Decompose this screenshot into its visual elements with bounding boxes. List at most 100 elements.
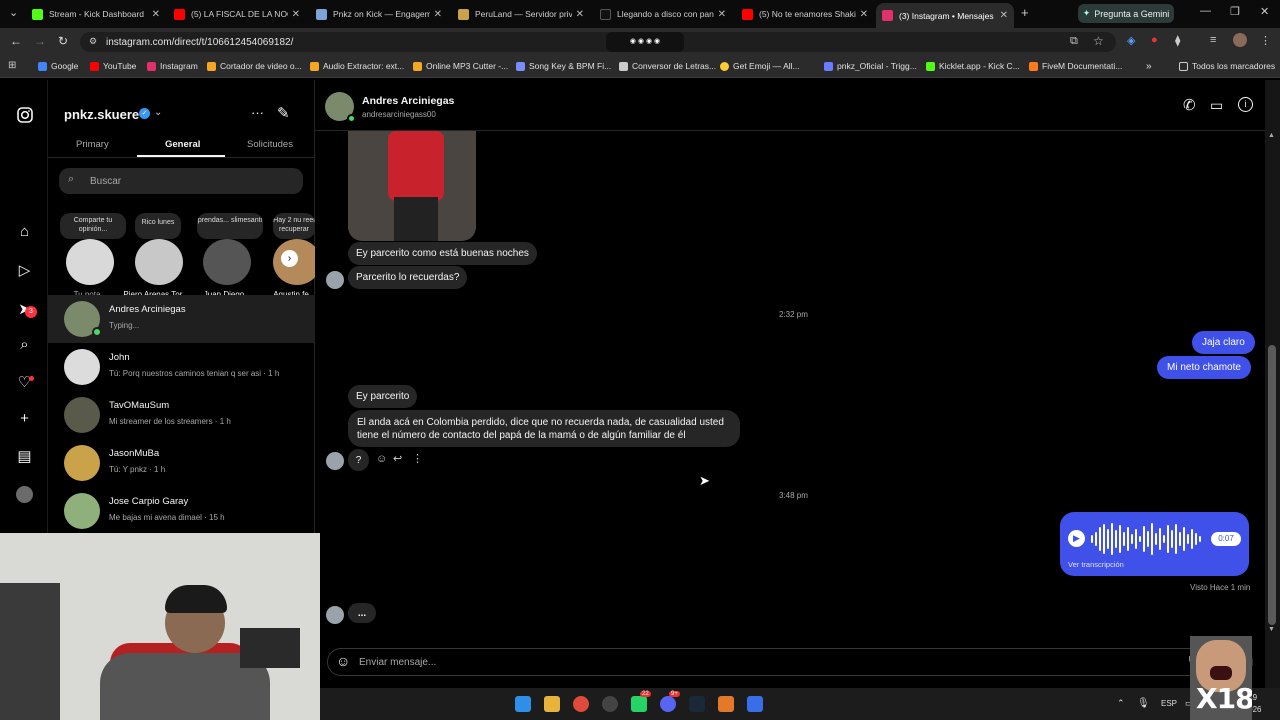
youtube-icon [90, 61, 99, 71]
tab-youtube-fiscal[interactable]: (5) LA FISCAL DE LA NOCHE ✕ [168, 3, 306, 25]
more-actions-icon[interactable]: ⋮ [412, 452, 423, 465]
conversation-item[interactable]: JasonMuBa Tú: Y pnkz · 1 h [48, 439, 315, 487]
tray-overflow-icon[interactable]: ⌃ [1117, 698, 1125, 709]
menu-icon[interactable]: ⋮ [1260, 34, 1271, 47]
bookmark-instagram[interactable]: Instagram [147, 61, 198, 71]
steam-icon[interactable] [689, 696, 705, 712]
chrome-icon[interactable] [573, 696, 589, 712]
close-icon[interactable]: ✕ [1000, 10, 1008, 21]
account-username[interactable]: pnkz.skuere [64, 107, 139, 122]
create-plus-icon[interactable]: + [16, 410, 33, 427]
tab-primary[interactable]: Primary [76, 139, 109, 150]
bookmark-get-emoji[interactable]: Get Emoji — All... [720, 61, 800, 71]
video-call-icon[interactable]: ▭ [1210, 97, 1223, 114]
tab-kick-dashboard[interactable]: Stream - Kick Dashboard ✕ [26, 3, 166, 25]
view-transcription-link[interactable]: Ver transcripción [1068, 560, 1124, 569]
reload-button[interactable]: ↻ [58, 34, 68, 48]
tab-requests[interactable]: Solicitudes [247, 139, 293, 150]
reply-icon[interactable]: ↩ [393, 452, 402, 465]
bookmarks-overflow-icon[interactable]: » [1146, 61, 1152, 72]
bookmark-kicklet[interactable]: Kicklet.app - Kick C... [926, 61, 1020, 71]
close-icon[interactable]: ✕ [152, 9, 160, 20]
file-explorer-icon[interactable] [544, 696, 560, 712]
search-icon[interactable]: ⌕ [16, 336, 33, 353]
extension-icon[interactable]: ● [1151, 34, 1158, 46]
url-text[interactable]: instagram.com/direct/t/106612454069182/ [106, 37, 293, 48]
tab-instagram[interactable]: (3) Instagram • Mensajes ✕ [876, 3, 1014, 28]
play-icon[interactable]: ▶ [1068, 530, 1085, 547]
emoji-picker-icon[interactable]: ☺ [336, 653, 350, 669]
install-app-icon[interactable]: ⧉ [1070, 35, 1078, 48]
bookmark-google[interactable]: Google [38, 61, 78, 71]
photo-message[interactable] [348, 131, 476, 241]
conversation-item[interactable]: Andres Arciniegas Typing... [48, 295, 315, 343]
scroll-up-arrow[interactable]: ▲ [1268, 132, 1275, 139]
notes-next-arrow-icon[interactable]: › [281, 250, 298, 267]
insights-icon[interactable]: ▤ [16, 447, 33, 465]
discord-icon[interactable] [660, 696, 676, 712]
whatsapp-icon[interactable] [631, 696, 647, 712]
bookmark-song-key[interactable]: Song Key & BPM Fi... [516, 61, 611, 71]
message-bubble: Ey parcerito [348, 385, 418, 408]
obs-icon[interactable] [602, 696, 618, 712]
more-options-icon[interactable]: ··· [251, 105, 264, 120]
bookmark-star-icon[interactable]: ☆ [1093, 34, 1104, 48]
contact-name[interactable]: Andres Arciniegas [362, 95, 454, 107]
tab-tiktok[interactable]: Llegando a disco con panas ✕ [594, 3, 732, 25]
tab-kick-engagement[interactable]: Pnkz on Kick — Engagement ✕ [310, 3, 448, 25]
tab-search-icon[interactable]: ⌄ [9, 6, 18, 19]
info-icon[interactable]: i [1238, 97, 1253, 112]
ask-gemini-button[interactable]: ✦ Pregunta a Gemini [1078, 4, 1174, 23]
scrollbar[interactable]: ▲ ▼ [1265, 80, 1280, 688]
bookmark-cortador[interactable]: Cortador de video o... [207, 61, 302, 71]
tab-general[interactable]: General [165, 139, 200, 150]
site-info-icon[interactable]: ⚙ [89, 36, 97, 47]
search-input[interactable]: ⌕ Buscar [59, 168, 303, 194]
conversation-item[interactable]: Jose Carpio Garay Me bajas mi avena dima… [48, 487, 315, 535]
new-tab-button[interactable]: + [1021, 5, 1029, 20]
close-window-button[interactable]: ✕ [1260, 5, 1269, 18]
profile-avatar[interactable] [16, 486, 33, 503]
extensions-puzzle-icon[interactable]: ⧫ [1175, 34, 1180, 47]
tab-peruland[interactable]: PeruLand — Servidor privado ✕ [452, 3, 590, 25]
scrollbar-thumb[interactable] [1268, 345, 1276, 625]
message-composer[interactable]: ☺ Enviar mensaje... 🎙︎ [327, 648, 1253, 676]
bookmark-fivem[interactable]: FiveM Documentati... [1029, 61, 1122, 71]
app-icon[interactable] [747, 696, 763, 712]
phone-call-icon[interactable]: ✆ [1183, 96, 1196, 114]
all-bookmarks-folder[interactable]: Todos los marcadores [1179, 61, 1275, 71]
start-icon[interactable] [515, 696, 531, 712]
bookmark-pnkz-oficial[interactable]: pnkz_Oficial - Trigg... [824, 61, 917, 71]
bookmark-mp3-cutter[interactable]: Online MP3 Cutter -... [413, 61, 508, 71]
microphone-tray-icon[interactable]: 🎙︎ [1137, 698, 1150, 709]
home-icon[interactable]: ⌂ [16, 223, 33, 240]
reading-list-icon[interactable]: ≡ [1210, 34, 1216, 46]
conversation-item[interactable]: TavOMauSum Mi streamer de los streamers … [48, 391, 315, 439]
profile-avatar[interactable] [1233, 33, 1247, 47]
extension-icon[interactable]: ◈ [1127, 34, 1135, 47]
maximize-button[interactable]: ❐ [1230, 5, 1240, 18]
chevron-down-icon[interactable]: ⌄ [154, 107, 162, 118]
bookmark-conversor[interactable]: Conversor de Letras... [619, 61, 716, 71]
close-icon[interactable]: ✕ [718, 9, 726, 20]
minimize-button[interactable]: — [1200, 5, 1211, 17]
new-message-icon[interactable]: ✎ [277, 104, 290, 122]
reels-icon[interactable]: ▷ [16, 261, 33, 279]
scroll-down-arrow[interactable]: ▼ [1268, 626, 1275, 633]
back-button[interactable]: ← [10, 34, 22, 48]
bookmark-audio-extractor[interactable]: Audio Extractor: ext... [310, 61, 404, 71]
tab-youtube-shakira[interactable]: (5) No te enamores Shakira ✕ [736, 3, 874, 25]
bookmark-youtube[interactable]: YouTube [90, 61, 136, 71]
conversation-item[interactable]: John Tú: Porq nuestros caminos tenian q … [48, 343, 315, 391]
close-icon[interactable]: ✕ [860, 9, 868, 20]
instagram-logo-icon[interactable] [16, 106, 33, 123]
close-icon[interactable]: ✕ [292, 9, 300, 20]
forward-button[interactable]: → [34, 34, 46, 48]
voice-message[interactable]: ▶ 0:07 Ver transcripción [1060, 512, 1249, 576]
close-icon[interactable]: ✕ [434, 9, 442, 20]
close-icon[interactable]: ✕ [576, 9, 584, 20]
language-indicator[interactable]: ESP [1161, 699, 1177, 708]
apps-grid-icon[interactable]: ⊞ [8, 60, 16, 71]
app-icon[interactable] [718, 696, 734, 712]
react-emoji-icon[interactable]: ☺ [376, 453, 387, 465]
